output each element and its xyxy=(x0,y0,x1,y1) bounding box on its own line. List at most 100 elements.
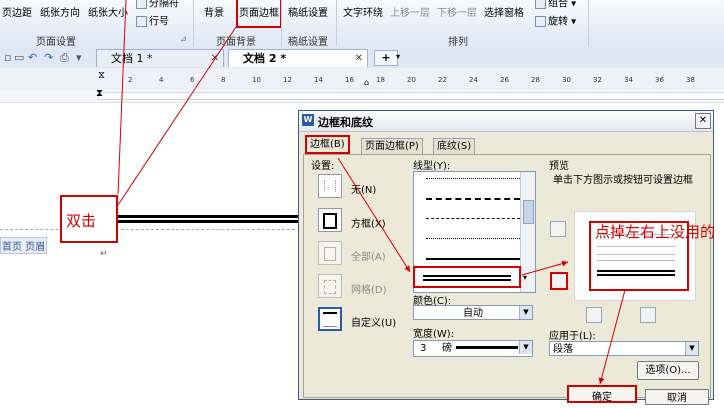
page-margin-button[interactable]: 页边距 xyxy=(2,8,32,20)
ruler-number: 14 xyxy=(314,76,323,84)
ruler-number: 36 xyxy=(655,76,664,84)
selection-pane-button[interactable]: 选择窗格 xyxy=(484,8,524,20)
ruler-number: 26 xyxy=(500,76,509,84)
redo-icon[interactable]: ↷ xyxy=(44,51,53,64)
width-select[interactable]: 3 磅 ▼ xyxy=(413,340,533,357)
left-border-toggle-icon[interactable] xyxy=(586,307,602,323)
ruler-number: 18 xyxy=(376,76,385,84)
color-select[interactable]: 自动 ▼ xyxy=(413,305,533,320)
line-style-option[interactable] xyxy=(426,238,520,239)
send-backward-button[interactable]: 下移一层 xyxy=(437,8,477,20)
line-style-dropdown-icon[interactable]: ▾ xyxy=(523,273,527,282)
setting-all-icon[interactable] xyxy=(318,241,342,265)
chevron-down-icon[interactable]: ▼ xyxy=(685,342,698,355)
group-divider xyxy=(193,0,194,46)
text-wrap-button[interactable]: 文字环绕 xyxy=(343,8,383,20)
open-icon[interactable]: ▭ xyxy=(14,51,24,64)
setting-box-icon[interactable] xyxy=(318,208,342,232)
dialog-launcher-icon[interactable]: ⊿ xyxy=(180,34,187,43)
setting-custom-label[interactable]: 自定义(U) xyxy=(351,314,396,329)
line-number-button[interactable]: 行号 xyxy=(136,16,169,29)
separator-icon xyxy=(136,0,147,9)
customize-quick-access-icon[interactable]: ▾ xyxy=(76,51,82,64)
setting-grid-icon[interactable] xyxy=(318,274,342,298)
line-number-icon xyxy=(136,16,147,27)
close-tab-icon[interactable]: ✕ xyxy=(211,50,219,68)
ruler-number: 16 xyxy=(345,76,354,84)
close-icon[interactable]: ✕ xyxy=(695,113,711,129)
paper-size-button[interactable]: 纸张大小 xyxy=(88,8,128,20)
paragraph-mark-icon: ↵ xyxy=(100,249,108,259)
ruler-number: 8 xyxy=(221,76,226,84)
ok-button[interactable]: 确定 xyxy=(567,385,637,403)
horizontal-ruler[interactable]: ⧖ ⌂ 2 4 6 8 10 12 14 16 18 20 22 24 26 28 30 32 34 36 38 xyxy=(0,68,724,91)
tab-list-dropdown-icon[interactable]: ▾ xyxy=(396,52,400,61)
line-style-option[interactable] xyxy=(426,198,520,200)
document-tab[interactable]: 文档 1 * ✕ xyxy=(96,49,224,67)
ruler-number: 22 xyxy=(438,76,447,84)
setting-all-label[interactable]: 全部(A) xyxy=(351,248,386,263)
line-style-label: 线型(Y): xyxy=(413,161,451,172)
ruler-number: 24 xyxy=(469,76,478,84)
right-border-toggle-icon[interactable] xyxy=(640,307,656,323)
left-indent-marker-icon[interactable]: ⧗ xyxy=(96,88,103,99)
ruler-number: 6 xyxy=(190,76,195,84)
chevron-down-icon[interactable]: ▼ xyxy=(519,341,532,354)
tab-shading[interactable]: 底纹(S) xyxy=(433,138,476,155)
rotate-button[interactable]: 旋转 ▾ xyxy=(535,16,576,29)
undo-icon[interactable]: ↶ xyxy=(28,51,37,64)
close-tab-icon[interactable]: ✕ xyxy=(355,50,363,68)
line-style-option[interactable] xyxy=(426,218,520,219)
group-divider xyxy=(336,0,337,46)
cancel-button[interactable]: 取消 xyxy=(645,389,709,405)
line-style-option[interactable] xyxy=(426,258,520,260)
ribbon: 页边距 纸张方向 纸张大小 分隔符 行号 页面设置 ⊿ 背景 页面边框 页面背景… xyxy=(0,0,724,48)
new-tab-button[interactable]: + xyxy=(374,50,398,66)
apply-to-select[interactable]: 段落 ▼ xyxy=(549,341,699,356)
setting-none-icon[interactable] xyxy=(318,174,342,198)
arrange-group-label: 排列 xyxy=(448,37,468,48)
tab-stop-marker-icon[interactable]: ⌂ xyxy=(364,78,369,87)
bring-forward-button[interactable]: 上移一层 xyxy=(390,8,430,20)
dialog-titlebar: W 边框和底纹 ✕ xyxy=(299,111,713,132)
tab-borders[interactable]: 边框(B) xyxy=(305,135,350,154)
bottom-border-toggle-icon[interactable] xyxy=(550,272,568,290)
top-border-toggle-icon[interactable] xyxy=(550,221,566,237)
dialog-title: 边框和底纹 xyxy=(318,116,373,129)
page-setup-group-label: 页面设置 xyxy=(36,37,76,48)
draft-settings-button[interactable]: 稿纸设置 xyxy=(288,8,328,20)
chevron-down-icon[interactable]: ▼ xyxy=(519,306,532,319)
setting-box-label[interactable]: 方框(X) xyxy=(351,215,386,230)
new-doc-icon[interactable]: ▫ xyxy=(4,51,11,64)
remove-borders-annotation: 点掉左右上没用的 xyxy=(595,223,716,241)
separator-button[interactable]: 分隔符 xyxy=(136,0,179,11)
draft-group-label: 稿纸设置 xyxy=(288,37,328,48)
line-style-option[interactable] xyxy=(426,178,520,179)
width-label: 宽度(W): xyxy=(413,329,455,340)
background-button[interactable]: 背景 xyxy=(204,8,224,20)
document-tab-active[interactable]: 文档 2 * ✕ xyxy=(228,49,368,67)
scrollbar-thumb[interactable] xyxy=(523,200,534,224)
setting-grid-label[interactable]: 网格(D) xyxy=(351,281,387,296)
double-click-annotation-box: 双击 xyxy=(60,195,118,243)
ruler-secondary: ⧗ xyxy=(0,88,724,103)
wps-app-icon: W xyxy=(302,114,314,126)
options-button[interactable]: 选项(O)... xyxy=(637,361,699,380)
ruler-number: 38 xyxy=(686,76,695,84)
ruler-number: 32 xyxy=(593,76,602,84)
print-icon[interactable]: ⎙ xyxy=(60,51,69,65)
setting-custom-icon[interactable] xyxy=(318,307,342,331)
group-icon xyxy=(535,0,546,9)
setting-none-label[interactable]: 无(N) xyxy=(351,181,376,196)
header-border-line xyxy=(118,215,298,223)
tab-page-border[interactable]: 页面边框(P) xyxy=(361,138,423,155)
selected-line-style-box[interactable] xyxy=(413,266,521,288)
paper-orientation-button[interactable]: 纸张方向 xyxy=(40,8,80,20)
group-button[interactable]: 组合 ▾ xyxy=(535,0,576,11)
width-sample-line xyxy=(456,346,518,349)
page-border-button[interactable]: 页面边框 xyxy=(236,0,282,28)
indent-marker-icon[interactable]: ⧖ xyxy=(98,70,105,81)
preview-label: 预览 xyxy=(549,161,569,172)
group-divider xyxy=(281,0,282,46)
settings-label: 设置: xyxy=(311,161,335,172)
